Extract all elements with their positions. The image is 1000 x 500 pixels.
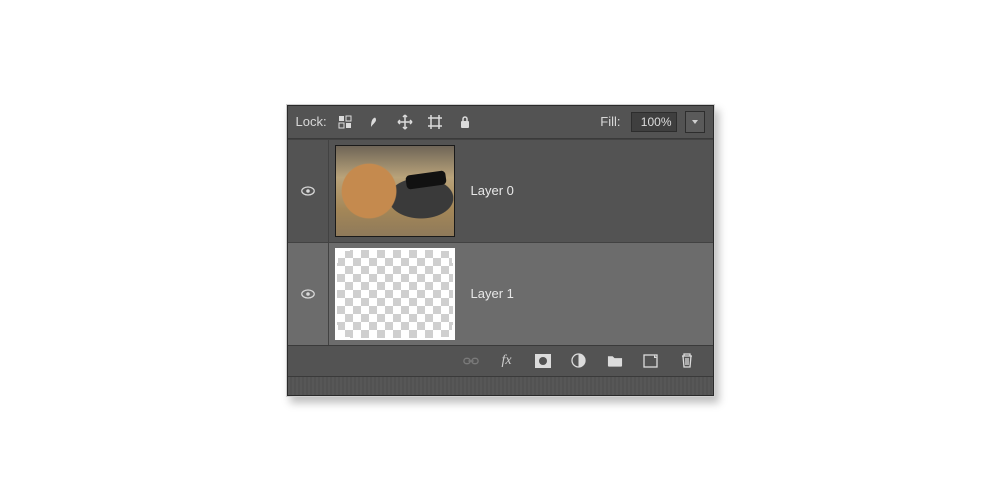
lock-transparent-pixels-icon[interactable] — [337, 114, 353, 130]
visibility-toggle[interactable] — [288, 243, 329, 345]
add-mask-icon[interactable] — [535, 353, 551, 369]
new-group-icon[interactable] — [607, 353, 623, 369]
layer-thumbnail[interactable] — [329, 243, 461, 345]
layers-footer: fx — [288, 346, 713, 376]
link-layers-icon[interactable] — [463, 353, 479, 369]
eye-icon — [300, 286, 316, 302]
eye-icon — [300, 183, 316, 199]
lock-image-pixels-icon[interactable] — [367, 114, 383, 130]
layer-row[interactable]: Layer 1 — [288, 242, 713, 345]
panel-resize-grip[interactable] — [288, 376, 713, 395]
lock-artboard-icon[interactable] — [427, 114, 443, 130]
lock-all-icon[interactable] — [457, 114, 473, 130]
adjustment-layer-icon[interactable] — [571, 353, 587, 369]
fill-dropdown-icon[interactable] — [685, 111, 705, 133]
new-layer-icon[interactable] — [643, 353, 659, 369]
fill-input[interactable] — [631, 112, 677, 132]
layer-name[interactable]: Layer 1 — [461, 286, 713, 301]
layer-name[interactable]: Layer 0 — [461, 183, 713, 198]
fill-label: Fill: — [600, 114, 620, 129]
layer-row[interactable]: Layer 0 — [288, 139, 713, 242]
lock-label: Lock: — [296, 114, 327, 129]
delete-layer-icon[interactable] — [679, 353, 695, 369]
layers-list: Layer 0 Layer 1 — [288, 139, 713, 346]
layer-style-icon[interactable]: fx — [499, 353, 515, 369]
visibility-toggle[interactable] — [288, 140, 329, 242]
lock-icons-group — [337, 114, 473, 130]
layers-panel: Lock: Fill: — [287, 105, 714, 396]
lock-position-icon[interactable] — [397, 114, 413, 130]
layer-thumbnail[interactable] — [329, 140, 461, 242]
lock-row: Lock: Fill: — [288, 106, 713, 139]
